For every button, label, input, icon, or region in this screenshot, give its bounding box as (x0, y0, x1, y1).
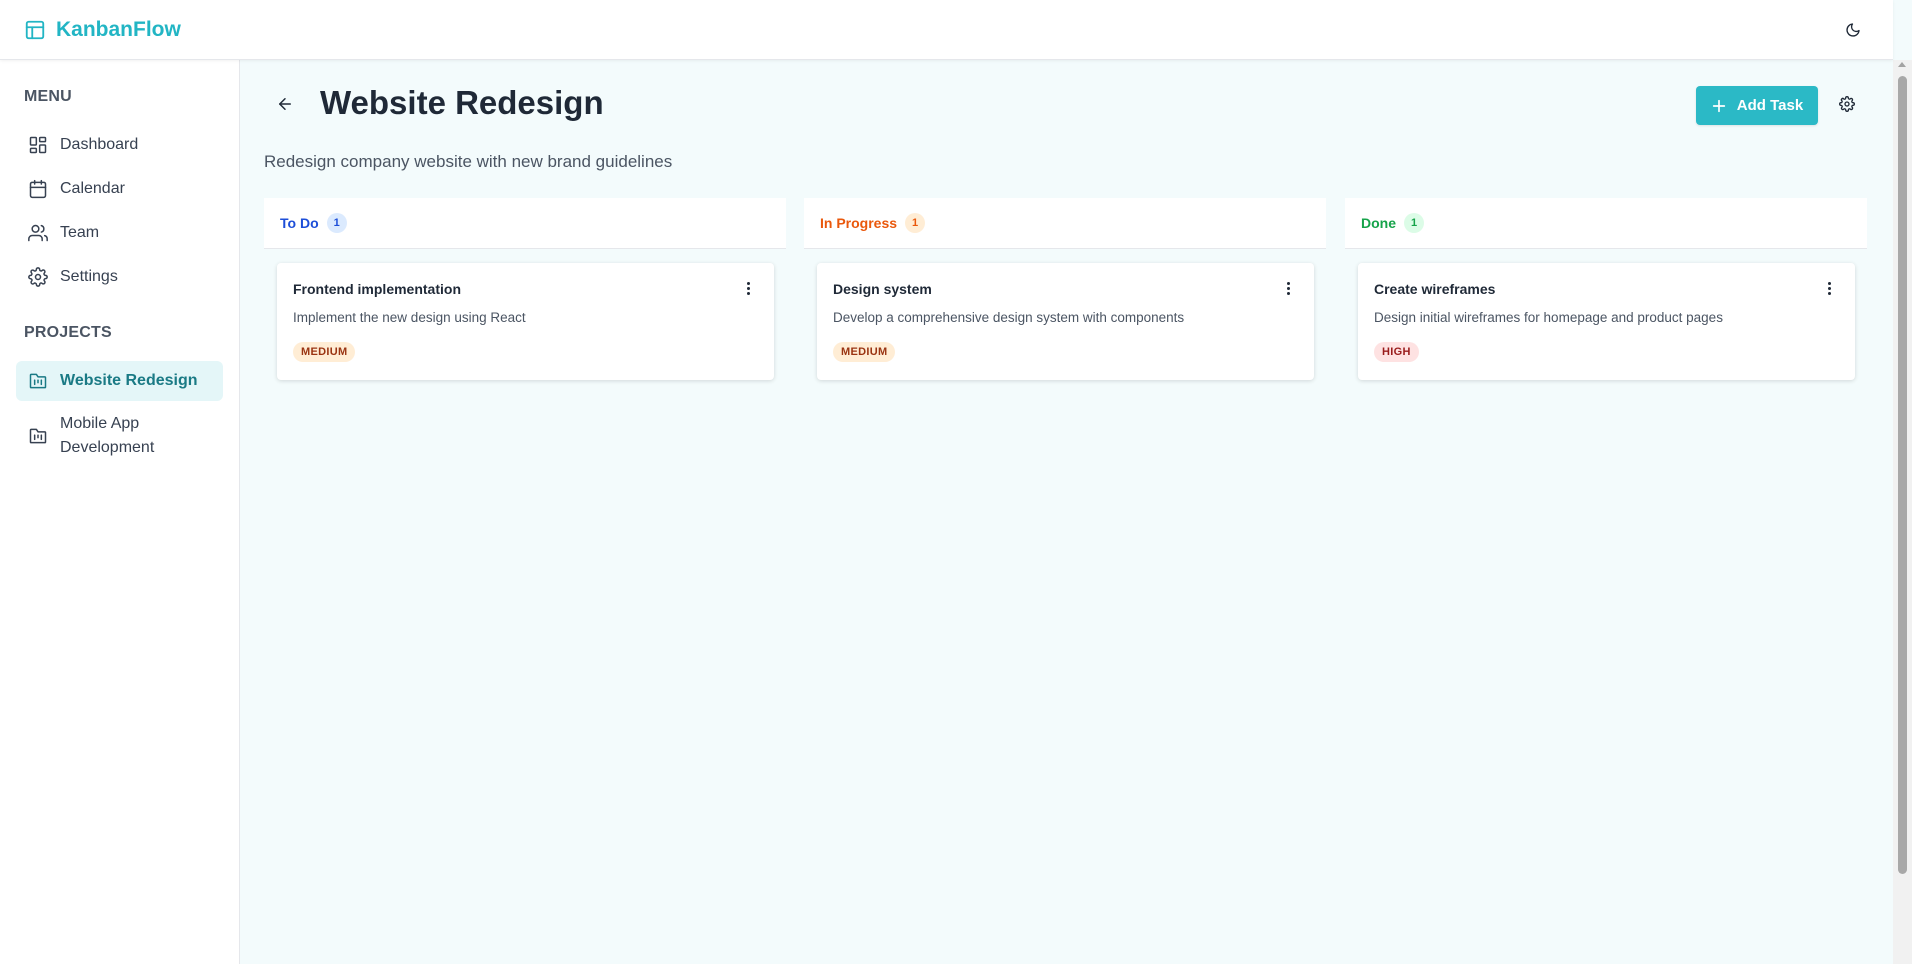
column-done: Done 1 Create wireframes Design initial … (1345, 198, 1867, 380)
scroll-up-arrow[interactable] (1898, 62, 1906, 67)
plus-icon (1712, 99, 1725, 112)
task-menu-button[interactable] (1280, 277, 1296, 299)
column-count-badge: 1 (326, 213, 347, 233)
sidebar-item-label: Website Redesign (60, 372, 198, 389)
brand-name: KanbanFlow (56, 17, 181, 41)
task-menu-button[interactable] (740, 277, 756, 299)
menu-section-label: MENU (24, 88, 72, 105)
vertical-scrollbar[interactable] (1893, 60, 1912, 964)
back-button[interactable] (273, 92, 297, 116)
column-header: To Do 1 (264, 198, 786, 249)
priority-badge: HIGH (1374, 342, 1419, 362)
scrollbar-thumb[interactable] (1898, 76, 1907, 874)
brand-logo[interactable]: KanbanFlow (24, 18, 181, 42)
main-content: Website Redesign Redesign company websit… (241, 60, 1893, 964)
task-title: Frontend implementation (293, 281, 461, 297)
sidebar-item-dashboard[interactable]: Dashboard (16, 125, 223, 165)
sidebar-item-settings[interactable]: Settings (16, 257, 223, 297)
task-menu-button[interactable] (1821, 277, 1837, 299)
task-card[interactable]: Create wireframes Design initial wirefra… (1358, 263, 1855, 380)
column-header: Done 1 (1345, 198, 1867, 249)
sidebar-item-label: Settings (60, 268, 118, 285)
page-title: Website Redesign (320, 84, 604, 121)
sidebar-item-label: Team (60, 224, 100, 241)
gear-icon (1839, 96, 1855, 112)
task-title: Design system (833, 281, 932, 297)
task-description: Design initial wireframes for homepage a… (1374, 310, 1723, 325)
column-title: In Progress (820, 215, 898, 231)
column-title: Done (1361, 215, 1396, 231)
project-description: Redesign company website with new brand … (264, 152, 673, 171)
board-icon (29, 428, 47, 444)
users-icon (28, 224, 48, 242)
add-task-label: Add Task (1736, 97, 1804, 114)
dashboard-icon (29, 136, 47, 154)
task-card[interactable]: Frontend implementation Implement the ne… (277, 263, 774, 380)
column-header: In Progress 1 (804, 198, 1326, 249)
priority-badge: MEDIUM (833, 342, 896, 362)
task-title: Create wireframes (1374, 281, 1496, 297)
column-title: To Do (280, 215, 319, 231)
sidebar-item-label: Calendar (60, 180, 125, 197)
projects-section-label: PROJECTS (24, 324, 112, 341)
priority-badge: MEDIUM (293, 342, 356, 362)
sidebar-item-calendar[interactable]: Calendar (16, 169, 223, 209)
add-task-button[interactable]: Add Task (1696, 86, 1818, 125)
task-description: Develop a comprehensive design system wi… (833, 310, 1185, 325)
moon-icon (1846, 23, 1860, 37)
column-in-progress: In Progress 1 Design system Develop a co… (804, 198, 1326, 380)
sidebar-project-mobile-app-development[interactable]: Mobile App Development (16, 406, 223, 466)
arrow-left-icon (279, 98, 291, 110)
sidebar-item-team[interactable]: Team (16, 213, 223, 253)
gear-icon (28, 267, 48, 287)
column-count-badge: 1 (905, 213, 926, 233)
project-settings-button[interactable] (1837, 94, 1857, 114)
sidebar-item-label: Mobile App Development (60, 415, 155, 456)
top-header: KanbanFlow (0, 0, 1893, 60)
task-description: Implement the new design using React (293, 310, 526, 325)
layout-icon (25, 20, 45, 39)
task-card[interactable]: Design system Develop a comprehensive de… (817, 263, 1314, 380)
theme-toggle-button[interactable] (1841, 18, 1865, 42)
sidebar-project-website-redesign[interactable]: Website Redesign (16, 361, 223, 401)
sidebar-item-label: Dashboard (60, 136, 139, 153)
column-count-badge: 1 (1404, 213, 1424, 233)
calendar-icon (29, 179, 47, 199)
board-icon (29, 373, 47, 389)
column-todo: To Do 1 Frontend implementation Implemen… (264, 198, 786, 380)
sidebar: MENU Dashboard Calendar Team Settings PR… (0, 60, 240, 964)
